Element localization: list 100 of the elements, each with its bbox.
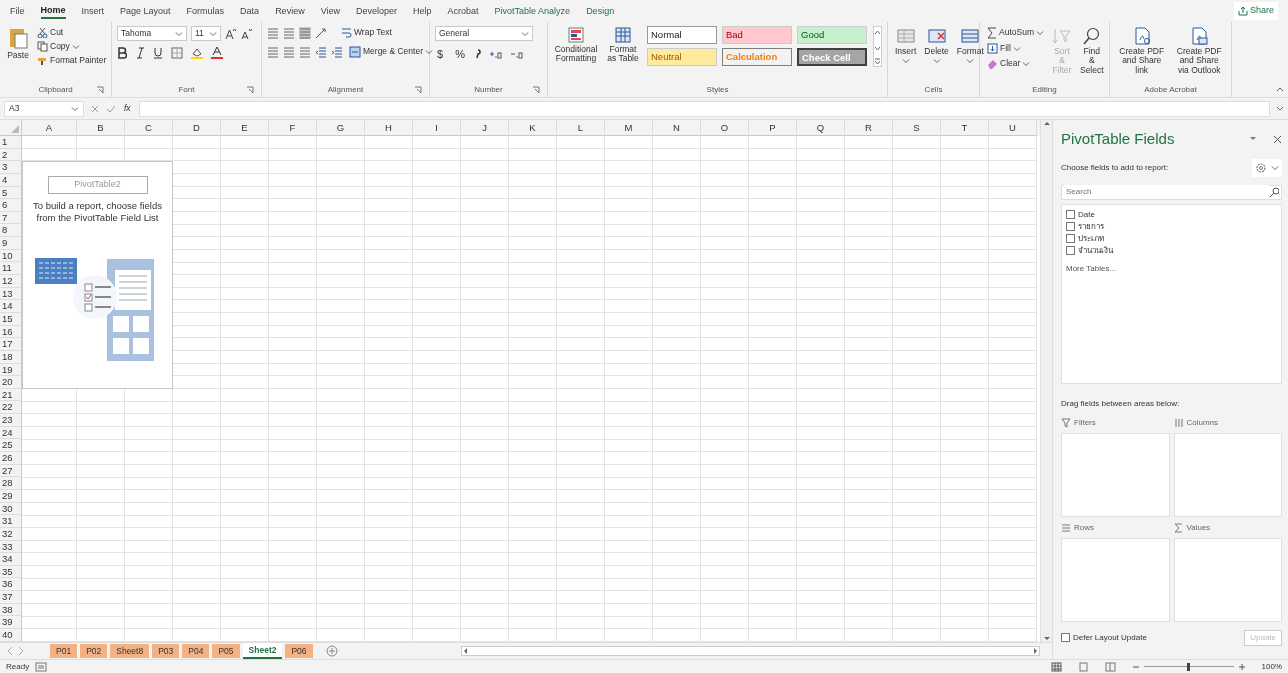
defer-update-checkbox[interactable]: Defer Layout Update <box>1061 631 1147 644</box>
ribbon-tab[interactable]: Developer <box>356 4 398 18</box>
cancel-icon[interactable] <box>90 103 100 114</box>
cell-style-swatch[interactable]: Normal <box>647 26 717 44</box>
row-header[interactable]: 14 <box>0 300 22 313</box>
column-header[interactable]: E <box>221 120 269 136</box>
insert-function-button[interactable]: fx <box>122 102 133 115</box>
row-header[interactable]: 12 <box>0 275 22 288</box>
search-field[interactable]: Search <box>1061 184 1282 200</box>
ribbon-tab[interactable]: Data <box>240 4 260 18</box>
zoom-in-icon[interactable] <box>1237 662 1246 671</box>
sheet-tab[interactable]: P05 <box>212 643 240 659</box>
row-header[interactable]: 17 <box>0 338 22 351</box>
column-header[interactable]: A <box>22 120 77 136</box>
bold-icon[interactable] <box>117 47 127 59</box>
align-left-icon[interactable] <box>267 46 279 58</box>
format-painter-button[interactable]: Format Painter <box>35 54 109 67</box>
font-color-icon[interactable] <box>211 47 223 59</box>
create-pdf-button[interactable]: Create PDF and Share link <box>1115 26 1169 77</box>
ribbon-tab[interactable]: Acrobat <box>447 4 479 18</box>
underline-icon[interactable] <box>153 47 163 59</box>
name-box[interactable]: A3 <box>4 100 84 117</box>
wrap-text-button[interactable]: Wrap Text <box>339 26 394 39</box>
close-icon[interactable] <box>1273 134 1282 144</box>
sheet-tab[interactable]: P02 <box>80 643 108 659</box>
cell-style-swatch[interactable]: Bad <box>722 26 792 44</box>
sheet-tab[interactable]: Sheet2 <box>242 642 283 660</box>
column-header[interactable]: J <box>461 120 509 136</box>
add-sheet-icon[interactable] <box>325 645 338 657</box>
ribbon-tab[interactable]: View <box>320 4 340 18</box>
column-header[interactable]: Q <box>797 120 845 136</box>
row-header[interactable]: 20 <box>0 376 22 389</box>
expand-icon[interactable] <box>1276 105 1284 112</box>
cut-button[interactable]: Cut <box>35 26 109 39</box>
field-checkbox[interactable]: Date <box>1066 208 1277 221</box>
sheet-tab[interactable]: P03 <box>152 643 180 659</box>
ribbon-tab[interactable]: Page Layout <box>120 4 171 18</box>
cells-button[interactable]: Format <box>954 26 986 66</box>
collapse-ribbon-icon[interactable] <box>1276 86 1284 93</box>
column-header[interactable]: B <box>77 120 125 136</box>
dialog-launcher-icon[interactable] <box>532 86 540 94</box>
column-header[interactable]: T <box>941 120 989 136</box>
merge-center-button[interactable]: Merge & Center <box>347 45 435 59</box>
row-header[interactable]: 37 <box>0 591 22 604</box>
normal-view-icon[interactable] <box>1050 661 1062 672</box>
column-header[interactable]: N <box>653 120 701 136</box>
column-header[interactable]: S <box>893 120 941 136</box>
dialog-launcher-icon[interactable] <box>96 86 104 94</box>
font-name-dropdown[interactable]: Tahoma <box>117 26 187 41</box>
field-checkbox[interactable]: รายการ <box>1066 220 1277 233</box>
row-header[interactable]: 22 <box>0 401 22 415</box>
column-header[interactable]: R <box>845 120 893 136</box>
cells-button[interactable]: Insert <box>893 26 919 66</box>
cell-grid[interactable] <box>22 136 1037 642</box>
gallery-scroll-icon[interactable] <box>873 26 882 67</box>
row-header[interactable]: 25 <box>0 439 22 452</box>
ribbon-tab[interactable]: Review <box>275 4 305 18</box>
create-pdf-button[interactable]: Create PDF and Share via Outlook <box>1172 26 1226 77</box>
row-header[interactable]: 9 <box>0 237 22 250</box>
column-header[interactable]: L <box>557 120 605 136</box>
row-header[interactable]: 6 <box>0 199 22 212</box>
row-header[interactable]: 11 <box>0 262 22 276</box>
align-top-icon[interactable] <box>267 26 279 39</box>
number-format-dropdown[interactable]: General <box>435 26 533 41</box>
font-size-dropdown[interactable]: 11 <box>191 26 221 41</box>
scroll-right-icon[interactable] <box>1032 647 1039 655</box>
sheet-tab[interactable]: P04 <box>182 643 210 659</box>
tools-button[interactable] <box>1252 158 1282 177</box>
copy-button[interactable]: Copy <box>35 40 109 53</box>
sheet-tab[interactable]: Sheet8 <box>110 643 150 659</box>
column-header[interactable]: M <box>605 120 653 136</box>
row-header[interactable]: 36 <box>0 578 22 592</box>
scroll-down-icon[interactable] <box>1042 636 1051 642</box>
more-tables-link[interactable]: More Tables... <box>1066 262 1117 275</box>
column-header[interactable]: O <box>701 120 749 136</box>
formula-input-field[interactable] <box>138 100 1270 117</box>
page-break-icon[interactable] <box>1104 661 1116 672</box>
column-header[interactable]: I <box>413 120 461 136</box>
align-right-icon[interactable] <box>299 46 311 58</box>
conditional-formatting-button[interactable]: Conditional Formatting <box>553 26 599 65</box>
sheet-tab[interactable]: P06 <box>285 643 313 659</box>
row-header[interactable]: 8 <box>0 224 22 238</box>
orientation-icon[interactable] <box>315 26 327 39</box>
ribbon-tab[interactable]: Insert <box>81 4 105 18</box>
ribbon-tab[interactable]: Help <box>413 4 432 18</box>
column-header[interactable]: P <box>749 120 797 136</box>
row-header[interactable]: 34 <box>0 553 22 566</box>
autosum-button[interactable]: AutoSum <box>985 26 1046 40</box>
decrease-indent-icon[interactable] <box>315 46 327 58</box>
field-checkbox[interactable]: ประเภท <box>1066 232 1277 245</box>
align-middle-icon[interactable] <box>283 26 295 39</box>
find-select-button[interactable]: Find & Select <box>1077 26 1106 77</box>
page-layout-icon[interactable] <box>1077 661 1089 672</box>
ribbon-tab[interactable]: PivotTable Analyze <box>494 4 571 18</box>
currency-button[interactable]: $ <box>435 47 446 62</box>
ribbon-tab[interactable]: File <box>10 4 25 18</box>
row-header[interactable]: 28 <box>0 477 22 490</box>
decrease-font-icon[interactable] <box>241 27 253 40</box>
macro-record-icon[interactable] <box>35 661 48 672</box>
column-header[interactable]: F <box>269 120 317 136</box>
